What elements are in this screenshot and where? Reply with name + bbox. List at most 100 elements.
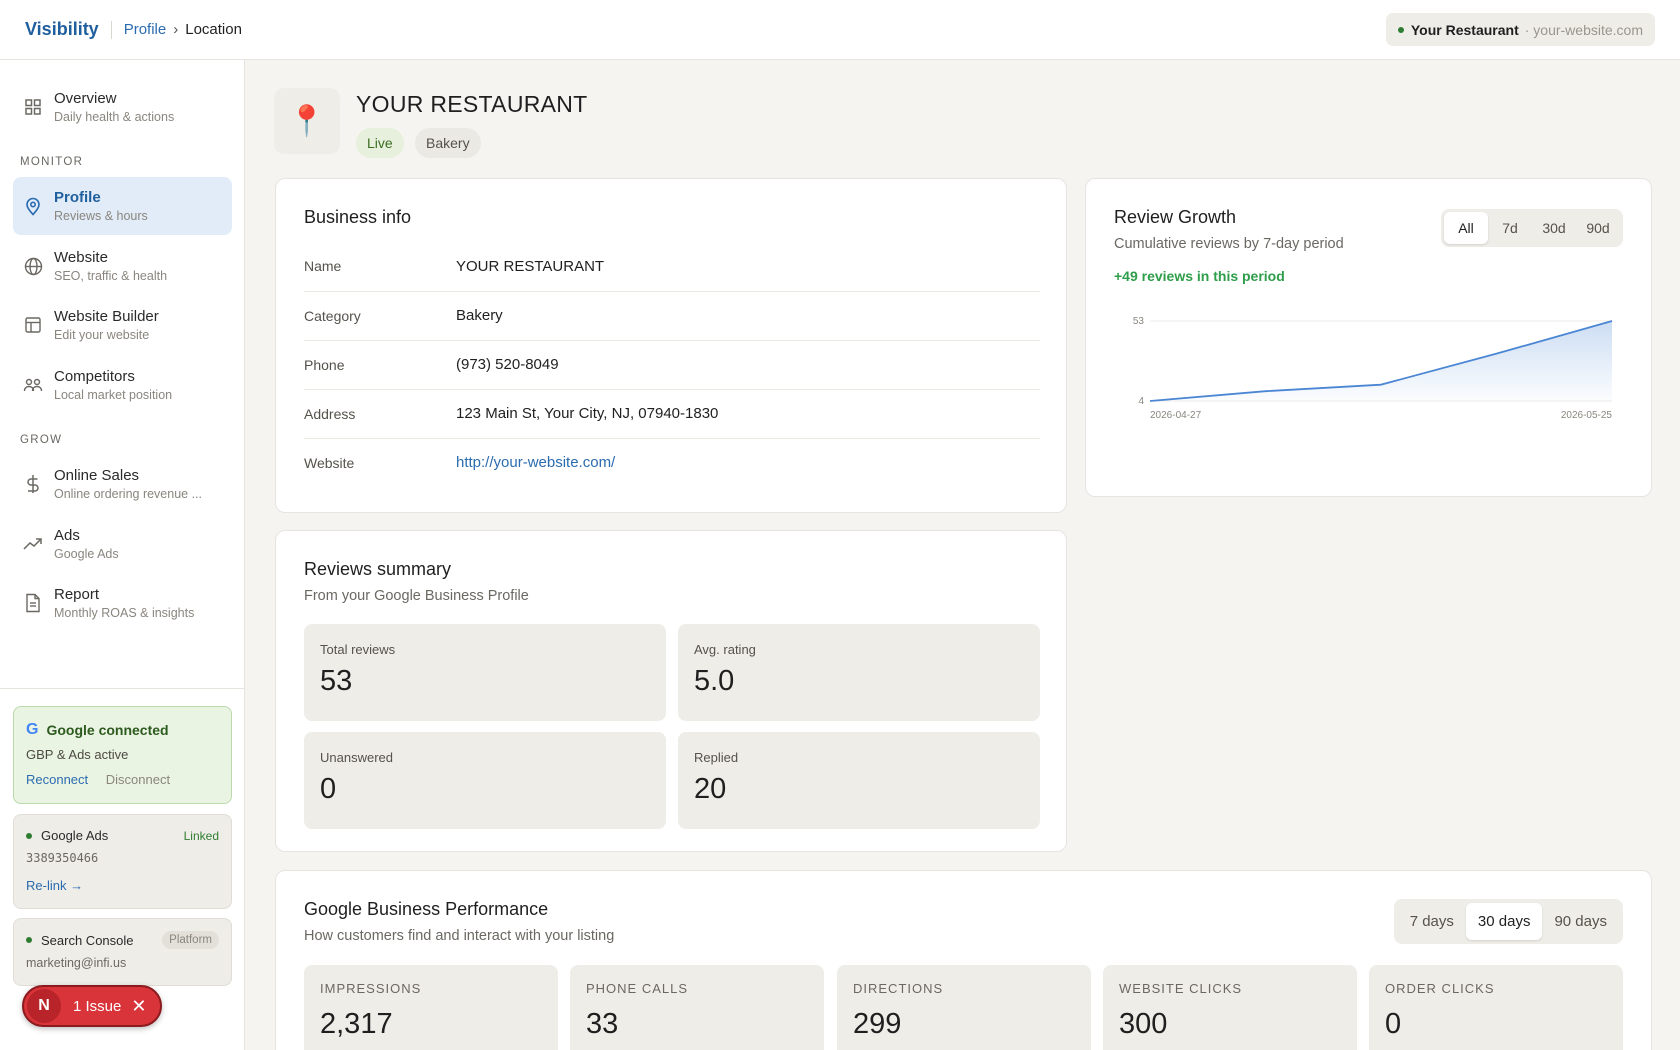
- dollar-icon: [22, 473, 44, 495]
- card-title: Reviews summary: [304, 559, 452, 579]
- sidebar-item-subtitle: Daily health & actions: [54, 110, 175, 124]
- stat-label: Total reviews: [320, 642, 396, 657]
- stat-label: DIRECTIONS: [853, 981, 944, 996]
- page-title: YOUR RESTAURANT: [356, 91, 588, 117]
- grid-icon: [22, 96, 44, 118]
- sidebar-item-ads[interactable]: Ads Google Ads: [13, 515, 232, 573]
- range-7-days-button[interactable]: 7 days: [1398, 903, 1466, 940]
- field-value: YOUR RESTAURANT: [456, 242, 1040, 292]
- breadcrumb-profile[interactable]: Profile: [124, 21, 167, 38]
- reconnect-link[interactable]: Reconnect: [26, 772, 88, 787]
- stat-website-clicks: WEBSITE CLICKS 300: [1103, 965, 1357, 1050]
- site-url: · your-website.com: [1524, 21, 1643, 38]
- breadcrumb-current: Location: [185, 21, 242, 38]
- range-90d-button[interactable]: 90d: [1576, 212, 1620, 244]
- location-avatar: 📍: [274, 88, 340, 154]
- stat-label: Replied: [694, 750, 739, 765]
- linked-badge: Linked: [183, 828, 219, 843]
- search-console-card: Search Console Platform marketing@infi.us: [13, 918, 232, 986]
- review-delta: +49 reviews in this period: [1114, 268, 1285, 284]
- sidebar-item-overview[interactable]: Overview Daily health & actions: [13, 78, 232, 136]
- stat-value: 20: [694, 773, 727, 805]
- field-value: 123 Main St, Your City, NJ, 07940-1830: [456, 389, 1040, 439]
- stat-label: Unanswered: [320, 750, 393, 765]
- field-label: Address: [304, 389, 456, 439]
- map-pin-icon: [22, 195, 44, 217]
- sidebar-item-subtitle: Reviews & hours: [54, 209, 148, 223]
- business-performance-card: Google Business Performance How customer…: [275, 870, 1652, 1050]
- sidebar-item-subtitle: Local market position: [54, 388, 173, 402]
- review-growth-chart: 53 4 2026-04-27 2026-05-25: [1133, 316, 1613, 421]
- series-area: [1150, 321, 1612, 401]
- google-ads-card: Google Ads Linked 3389350466 Re-link →: [13, 814, 232, 909]
- sidebar-item-subtitle: Monthly ROAS & insights: [54, 606, 195, 620]
- breadcrumb-separator: ›: [173, 21, 179, 38]
- range-all-button[interactable]: All: [1444, 212, 1488, 244]
- search-console-email: marketing@infi.us: [26, 956, 127, 970]
- sidebar-item-website-builder[interactable]: Website Builder Edit your website: [13, 296, 232, 354]
- sidebar-item-subtitle: SEO, traffic & health: [54, 269, 168, 283]
- table-row: Website http://your-website.com/: [304, 438, 1040, 487]
- stat-label: IMPRESSIONS: [320, 981, 422, 996]
- avatar: N: [27, 989, 61, 1023]
- google-connection-card: G Google connected GBP & Ads active Recon…: [13, 706, 232, 804]
- brand-logo[interactable]: Visibility: [25, 19, 99, 40]
- sidebar-item-subtitle: Google Ads: [54, 547, 119, 561]
- stat-label: PHONE CALLS: [586, 981, 689, 996]
- sidebar-item-profile[interactable]: Profile Reviews & hours: [13, 177, 232, 235]
- stat-total-reviews: Total reviews 53: [304, 624, 666, 721]
- sidebar-item-label: Online Sales: [54, 467, 140, 484]
- globe-icon: [22, 255, 44, 277]
- sidebar-item-report[interactable]: Report Monthly ROAS & insights: [13, 574, 232, 632]
- range-90-days-button[interactable]: 90 days: [1542, 903, 1619, 940]
- field-value: Bakery: [456, 291, 1040, 341]
- stat-label: Avg. rating: [694, 642, 756, 657]
- pin-icon: 📍: [288, 104, 326, 138]
- sidebar-item-competitors[interactable]: Competitors Local market position: [13, 356, 232, 414]
- range-30d-button[interactable]: 30d: [1532, 212, 1576, 244]
- section-label-monitor: MONITOR: [20, 156, 84, 168]
- field-label: Phone: [304, 340, 456, 390]
- stat-directions: DIRECTIONS 299: [837, 965, 1091, 1050]
- website-link[interactable]: http://your-website.com/: [456, 438, 1040, 487]
- table-row: Name YOUR RESTAURANT: [304, 242, 1040, 292]
- stat-replied: Replied 20: [678, 732, 1040, 829]
- disconnect-link[interactable]: Disconnect: [106, 772, 170, 787]
- range-7d-button[interactable]: 7d: [1488, 212, 1532, 244]
- field-label: Website: [304, 454, 355, 471]
- sidebar-item-online-sales[interactable]: Online Sales Online ordering revenue ...: [13, 455, 232, 513]
- x-tick-label: 2026-04-27: [1150, 410, 1202, 421]
- y-tick-label: 4: [1138, 396, 1144, 407]
- field-value: (973) 520-8049: [456, 340, 1040, 390]
- section-label-grow: GROW: [20, 434, 63, 446]
- sidebar-item-website[interactable]: Website SEO, traffic & health: [13, 237, 232, 295]
- sidebar-item-label: Competitors: [54, 368, 135, 385]
- business-info-card: Business info Name YOUR RESTAURANT Catego…: [275, 178, 1067, 513]
- issues-toast[interactable]: N 1 Issue ✕: [22, 985, 162, 1027]
- site-selector[interactable]: Your Restaurant · your-website.com: [1385, 13, 1655, 46]
- stat-phone-calls: PHONE CALLS 33: [570, 965, 824, 1050]
- range-30-days-button[interactable]: 30 days: [1465, 903, 1543, 940]
- relink-link[interactable]: Re-link →: [26, 878, 219, 893]
- users-icon: [22, 374, 44, 396]
- google-connected-subtitle: GBP & Ads active: [26, 747, 129, 762]
- close-icon[interactable]: ✕: [131, 996, 146, 1017]
- performance-range-selector: 7 days 30 days 90 days: [1393, 899, 1623, 944]
- sidebar-item-label: Report: [54, 586, 100, 603]
- table-row: Category Bakery: [304, 291, 1040, 341]
- stat-value: 299: [853, 1008, 902, 1040]
- ads-account-id: 3389350466: [26, 851, 99, 865]
- file-icon: [22, 592, 44, 614]
- range-selector: All 7d 30d 90d: [1441, 209, 1623, 247]
- business-info-table: Name YOUR RESTAURANT Category Bakery Phone…: [304, 242, 1040, 487]
- google-ads-label: Google Ads: [41, 828, 109, 843]
- table-row: Address 123 Main St, Your City, NJ, 07940…: [304, 389, 1040, 439]
- status-dot: [26, 832, 32, 839]
- table-row: Phone (973) 520-8049: [304, 340, 1040, 390]
- google-connected-label: Google connected: [46, 722, 169, 738]
- field-label: Category: [304, 291, 456, 341]
- y-tick-label: 53: [1133, 316, 1145, 327]
- stat-value: 300: [1119, 1008, 1168, 1040]
- top-bar: Visibility Profile › Location Your Resta…: [0, 0, 1680, 60]
- sidebar-item-label: Profile: [54, 189, 101, 206]
